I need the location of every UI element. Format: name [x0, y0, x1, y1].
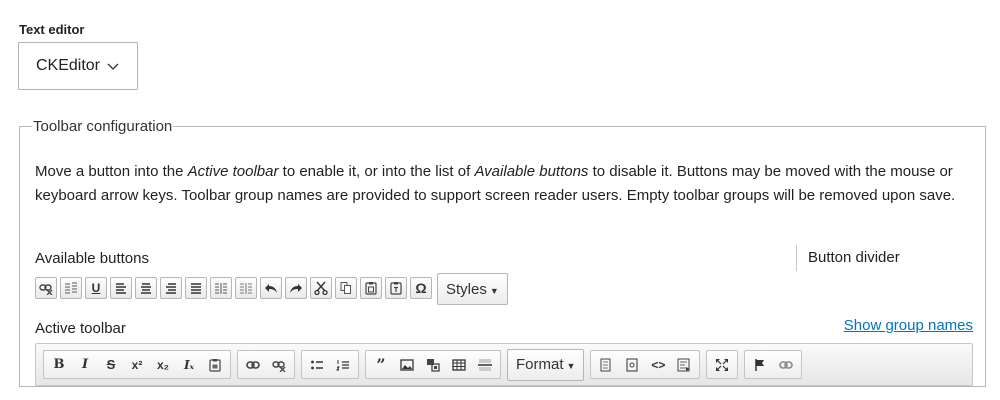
show-group-names-link[interactable]: Show group names — [844, 317, 973, 334]
table-icon[interactable] — [448, 354, 470, 376]
format-label: Format — [516, 356, 564, 373]
superscript-icon[interactable]: x² — [126, 354, 148, 376]
toolbar-configuration-legend: Toolbar configuration — [33, 118, 173, 135]
text-editor-select[interactable]: CKEditor — [18, 42, 138, 90]
italic-icon[interactable]: I — [74, 354, 96, 376]
redo-icon[interactable] — [285, 277, 307, 299]
subscript-icon[interactable]: x₂ — [152, 354, 174, 376]
copy-icon[interactable] — [335, 277, 357, 299]
bold-icon[interactable]: B — [48, 354, 70, 376]
unlink-icon[interactable] — [268, 354, 290, 376]
horizontal-line-icon[interactable] — [474, 354, 496, 376]
paste-text-icon[interactable] — [385, 277, 407, 299]
align-left-icon[interactable] — [110, 277, 132, 299]
available-buttons-row: U Ω Styles ▼ — [35, 273, 508, 307]
paste-from-word-icon[interactable] — [204, 354, 226, 376]
remove-format-icon[interactable]: Iₓ — [178, 354, 200, 376]
image-icon[interactable] — [396, 354, 418, 376]
align-justify-icon[interactable] — [185, 277, 207, 299]
preview-icon[interactable] — [621, 354, 643, 376]
dropdown-arrow-icon: ▼ — [566, 361, 576, 371]
format-dropdown[interactable]: Format ▼ — [507, 348, 585, 381]
cut-icon[interactable] — [310, 277, 332, 299]
button-divider[interactable]: Button divider — [796, 245, 900, 271]
blockquote-icon[interactable]: ” — [370, 354, 392, 376]
toolbar-group-formatting[interactable]: B I S x² x₂ Iₓ — [43, 350, 231, 379]
toolbar-group-media[interactable]: ” — [365, 350, 501, 379]
outdent-icon[interactable] — [235, 277, 257, 299]
numbered-list-icon[interactable] — [332, 354, 354, 376]
align-right-icon[interactable] — [160, 277, 182, 299]
styles-label: Styles — [446, 280, 487, 298]
text-editor-label: Text editor — [19, 22, 85, 37]
toolbar-group-misc[interactable] — [744, 350, 803, 379]
toolbar-configuration-fieldset: Toolbar configuration Move a button into… — [19, 118, 986, 387]
toolbar-group-maximize[interactable] — [706, 350, 739, 379]
chevron-down-icon — [106, 59, 120, 73]
bulleted-list-icon[interactable] — [306, 354, 328, 376]
text-editor-selected-value: CKEditor — [35, 57, 101, 74]
paste-icon[interactable] — [360, 277, 382, 299]
unlink-icon[interactable] — [35, 277, 57, 299]
show-blocks-icon[interactable] — [595, 354, 617, 376]
undo-icon[interactable] — [260, 277, 282, 299]
toolbar-description: Move a button into the Active toolbar to… — [35, 163, 956, 204]
special-char-icon[interactable]: Ω — [410, 277, 432, 299]
link-icon[interactable] — [242, 354, 264, 376]
code-snippet-icon[interactable] — [673, 354, 695, 376]
styles-dropdown[interactable]: Styles ▼ — [437, 273, 508, 305]
media-embed-icon[interactable] — [422, 354, 444, 376]
active-toolbar-label: Active toolbar — [35, 320, 126, 337]
link-gray-icon[interactable] — [775, 354, 797, 376]
underline-icon[interactable]: U — [85, 277, 107, 299]
active-toolbar: B I S x² x₂ Iₓ ” Format ▼ <> — [35, 343, 973, 386]
flag-icon[interactable] — [749, 354, 771, 376]
available-buttons-label: Available buttons — [35, 250, 149, 267]
source-code-icon[interactable]: <> — [647, 354, 669, 376]
toolbar-group-lists[interactable] — [301, 350, 359, 379]
language-icon[interactable] — [60, 277, 82, 299]
align-center-icon[interactable] — [135, 277, 157, 299]
indent-icon[interactable] — [210, 277, 232, 299]
toolbar-group-tools[interactable]: <> — [590, 350, 701, 379]
dropdown-arrow-icon: ▼ — [489, 285, 499, 296]
toolbar-group-linking[interactable] — [237, 350, 295, 379]
maximize-icon[interactable] — [711, 354, 733, 376]
strikethrough-icon[interactable]: S — [100, 354, 122, 376]
